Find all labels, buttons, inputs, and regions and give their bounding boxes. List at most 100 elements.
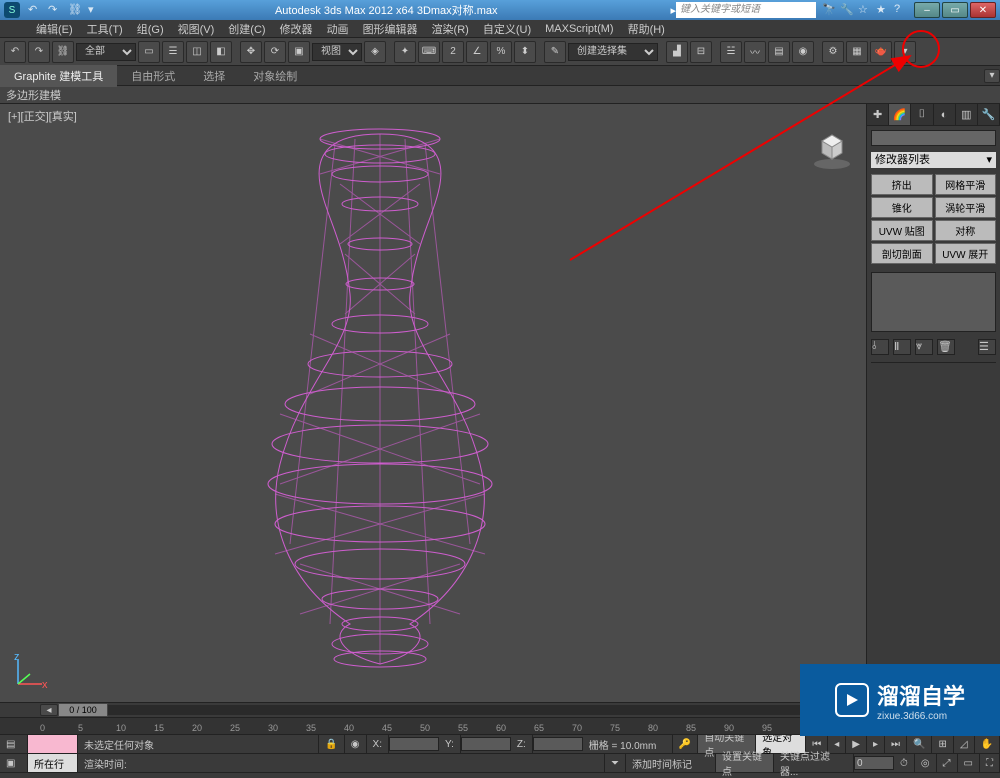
align-button[interactable]: ⊟ xyxy=(690,41,712,63)
coord-x-input[interactable] xyxy=(389,737,439,751)
make-unique-button[interactable]: ⩔ xyxy=(915,339,933,355)
manipulate-button[interactable]: ✦ xyxy=(394,41,416,63)
script-rec-button[interactable]: ▣ xyxy=(0,754,28,772)
viewport[interactable]: [+][正交][真实] xyxy=(0,104,866,702)
app-logo-icon[interactable]: S xyxy=(4,2,20,18)
timeline-prev-button[interactable]: ◂ xyxy=(40,704,58,716)
menu-maxscript[interactable]: MAXScript(M) xyxy=(539,21,619,37)
maximize-button[interactable]: ▭ xyxy=(942,2,968,18)
material-editor-button[interactable]: ◉ xyxy=(792,41,814,63)
nav-region-button[interactable]: ▭ xyxy=(958,754,980,772)
render-production-button[interactable]: 🫖 xyxy=(870,41,892,63)
menu-help[interactable]: 帮助(H) xyxy=(622,19,671,39)
ribbon-tab-selection[interactable]: 选择 xyxy=(189,65,239,87)
show-end-result-button[interactable]: Ⅱ xyxy=(893,339,911,355)
wrench-icon[interactable]: 🔧 xyxy=(840,3,854,17)
play-next-button[interactable]: ▸ xyxy=(867,735,885,753)
render-iterative-button[interactable]: ▾ xyxy=(894,41,916,63)
qat-redo-icon[interactable]: ↷ xyxy=(48,3,62,17)
nav-maximize-button[interactable]: ⛶ xyxy=(980,754,1000,772)
menu-rendering[interactable]: 渲染(R) xyxy=(426,19,475,39)
coord-z-input[interactable] xyxy=(533,737,583,751)
location-field[interactable]: 所在行 xyxy=(28,754,78,772)
nav-orbit-button[interactable]: ◎ xyxy=(915,754,937,772)
close-button[interactable]: ✕ xyxy=(970,2,996,18)
qat-link-icon[interactable]: ⛓ xyxy=(68,3,82,17)
selection-filter-dropdown[interactable]: 全部 xyxy=(76,43,136,61)
menu-animation[interactable]: 动画 xyxy=(321,19,355,39)
add-time-tag-button[interactable]: 添加时间标记 xyxy=(626,754,716,772)
spinner-snap-button[interactable]: ⬍ xyxy=(514,41,536,63)
mod-slice-button[interactable]: 剖切剖面 xyxy=(871,243,933,264)
modifier-list-dropdown[interactable]: 修改器列表 ▾ xyxy=(871,152,996,168)
time-config-button[interactable]: ⏱ xyxy=(894,754,915,772)
isolate-button[interactable]: ◉ xyxy=(345,735,367,753)
keyboard-shortcut-button[interactable]: ⌨ xyxy=(418,41,440,63)
select-name-button[interactable]: ☰ xyxy=(162,41,184,63)
menu-modifiers[interactable]: 修改器 xyxy=(274,19,319,39)
configure-sets-button[interactable]: ☰ xyxy=(978,339,996,355)
star-icon[interactable]: ☆ xyxy=(858,3,872,17)
undo-button[interactable]: ↶ xyxy=(4,41,26,63)
menu-tools[interactable]: 工具(T) xyxy=(81,19,129,39)
viewport-label[interactable]: [+][正交][真实] xyxy=(8,108,77,124)
help-search-input[interactable]: 键入关键字或短语 xyxy=(676,2,816,18)
redo-button[interactable]: ↷ xyxy=(28,41,50,63)
viewcube-icon[interactable] xyxy=(810,128,854,172)
nav-zoom-button[interactable]: 🔍 xyxy=(907,735,932,753)
mirror-button[interactable]: ▟ xyxy=(666,41,688,63)
time-slider-thumb[interactable]: 0 / 100 xyxy=(58,703,108,717)
mod-symmetry-button[interactable]: 对称 xyxy=(935,220,997,241)
time-tag-button[interactable]: ⏷ xyxy=(605,754,626,772)
menu-group[interactable]: 组(G) xyxy=(131,19,170,39)
ribbon-expand-button[interactable]: ▾ xyxy=(984,69,1000,83)
layers-button[interactable]: ☱ xyxy=(720,41,742,63)
ribbon-tab-objectpaint[interactable]: 对象绘制 xyxy=(239,65,311,87)
pin-stack-button[interactable]: ⫰ xyxy=(871,339,889,355)
menu-create[interactable]: 创建(C) xyxy=(222,19,271,39)
coord-y-input[interactable] xyxy=(461,737,511,751)
menu-edit[interactable]: 编辑(E) xyxy=(30,19,79,39)
mod-extrude-button[interactable]: 挤出 xyxy=(871,174,933,195)
ribbon-panel-label[interactable]: 多边形建模 xyxy=(6,87,61,103)
window-crossing-button[interactable]: ◧ xyxy=(210,41,232,63)
scale-button[interactable]: ▣ xyxy=(288,41,310,63)
named-selection-dropdown[interactable]: 创建选择集 xyxy=(568,43,658,61)
mod-turbosmooth-button[interactable]: 涡轮平滑 xyxy=(935,197,997,218)
script-listener-button[interactable]: ▤ xyxy=(0,735,28,753)
minimize-button[interactable]: – xyxy=(914,2,940,18)
select-object-button[interactable]: ▭ xyxy=(138,41,160,63)
current-frame-input[interactable] xyxy=(854,756,894,770)
tab-utilities-icon[interactable]: 🔧 xyxy=(978,104,1000,125)
menu-customize[interactable]: 自定义(U) xyxy=(477,19,537,39)
link-button[interactable]: ⛓ xyxy=(52,41,74,63)
key-filters-button[interactable]: 关键点过滤器... xyxy=(774,754,854,772)
lock-selection-button[interactable]: 🔒 xyxy=(319,735,344,753)
mod-meshsmooth-button[interactable]: 网格平滑 xyxy=(935,174,997,195)
named-sel-edit-button[interactable]: ✎ xyxy=(544,41,566,63)
curve-editor-button[interactable]: 〰 xyxy=(744,41,766,63)
ribbon-tab-freeform[interactable]: 自由形式 xyxy=(117,65,189,87)
menu-views[interactable]: 视图(V) xyxy=(172,19,221,39)
vase-wireframe[interactable] xyxy=(180,124,580,684)
binoculars-icon[interactable]: 🔭 xyxy=(822,3,836,17)
help-icon[interactable]: ? xyxy=(894,3,908,17)
snap-percent-button[interactable]: % xyxy=(490,41,512,63)
key-mode-button[interactable]: 🔑 xyxy=(673,735,698,753)
rendered-frame-button[interactable]: ▦ xyxy=(846,41,868,63)
menu-grapheditors[interactable]: 图形编辑器 xyxy=(357,19,424,39)
render-setup-button[interactable]: ⚙ xyxy=(822,41,844,63)
move-button[interactable]: ✥ xyxy=(240,41,262,63)
refcoord-dropdown[interactable]: 视图 xyxy=(312,43,362,61)
select-region-button[interactable]: ◫ xyxy=(186,41,208,63)
qat-undo-icon[interactable]: ↶ xyxy=(28,3,42,17)
play-end-button[interactable]: ⏭ xyxy=(885,735,907,753)
tab-display-icon[interactable]: ▥ xyxy=(956,104,978,125)
object-name-input[interactable] xyxy=(871,130,996,146)
modifier-stack[interactable] xyxy=(871,272,996,332)
rotate-button[interactable]: ⟳ xyxy=(264,41,286,63)
tab-hierarchy-icon[interactable]: ⌷ xyxy=(911,104,933,125)
nav-zoomall-button[interactable]: ⊞ xyxy=(932,735,953,753)
play-button[interactable]: ▶ xyxy=(846,735,867,753)
mod-uvwunwrap-button[interactable]: UVW 展开 xyxy=(935,243,997,264)
